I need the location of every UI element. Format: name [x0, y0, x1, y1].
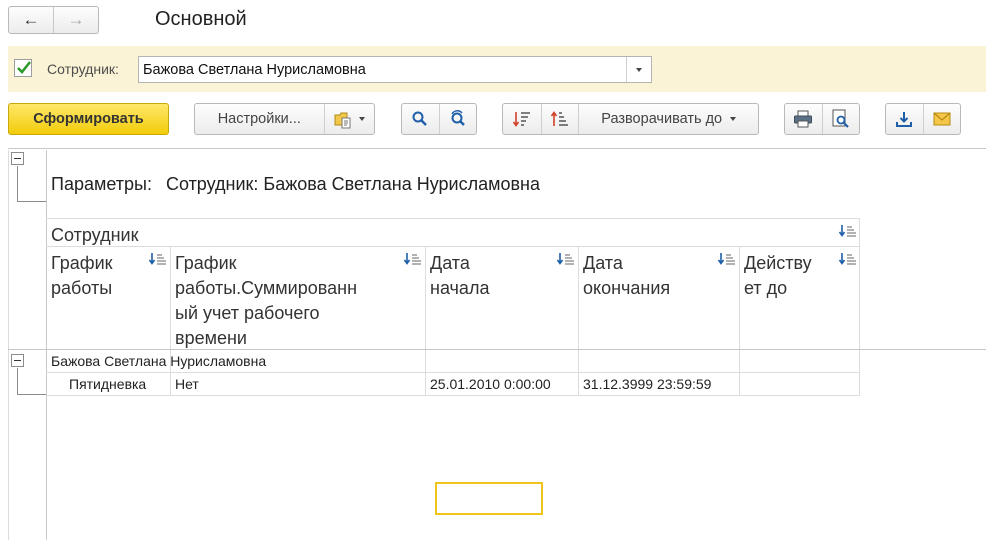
print-preview-button[interactable] — [821, 104, 859, 134]
group-row-employee[interactable]: Бажова Светлана Нурисламовна — [51, 353, 266, 369]
page-title: Основной — [155, 8, 247, 30]
collapse-group-toggle[interactable] — [11, 354, 24, 367]
collapse-params-toggle[interactable] — [11, 152, 24, 165]
employee-field[interactable]: Бажова Светлана Нурисламовна — [138, 56, 652, 83]
sort-descending-icon — [512, 112, 530, 127]
arrow-left-icon: ← — [22, 10, 40, 29]
header-bottom-border — [8, 349, 986, 350]
generate-button[interactable]: Сформировать — [8, 103, 169, 135]
sort-icon[interactable] — [556, 252, 576, 266]
search-icon — [412, 111, 428, 126]
print-icon — [794, 110, 813, 128]
email-icon — [933, 112, 951, 126]
header-line: времени — [175, 328, 247, 348]
chevron-down-icon — [359, 117, 366, 121]
dropdown-button[interactable] — [626, 57, 651, 82]
variants-icon — [334, 112, 351, 129]
chevron-down-icon — [730, 117, 737, 121]
row-grid-line — [46, 395, 860, 396]
row-grid-line — [46, 372, 860, 373]
cell-summarized[interactable]: Нет — [175, 376, 199, 392]
search-next-button[interactable] — [438, 104, 476, 134]
group-bracket — [17, 166, 46, 202]
header-line: График — [175, 253, 237, 273]
export-group — [885, 103, 961, 135]
header-grid-line — [46, 218, 860, 219]
header-line: работы.Суммированн — [175, 278, 358, 298]
header-grid-line — [859, 218, 860, 396]
header-line: начала — [430, 278, 490, 298]
settings-group: Настройки... — [194, 103, 375, 135]
column-header-end-date[interactable]: Дата окончания — [578, 248, 739, 301]
employee-filter-label: Сотрудник: — [47, 61, 119, 77]
cell-start-date[interactable]: 25.01.2010 0:00:00 — [430, 376, 551, 392]
group-header-employee[interactable]: Сотрудник — [46, 220, 859, 248]
nav-buttons: ← → — [8, 6, 99, 34]
column-header-summarized[interactable]: График работы.Суммированн ый учет рабоче… — [170, 248, 425, 351]
params-key: Параметры: — [51, 174, 152, 194]
email-button[interactable] — [922, 104, 960, 134]
header-line: Дата — [583, 253, 623, 273]
save-icon — [896, 112, 913, 127]
print-preview-icon — [832, 109, 849, 128]
expand-to-label: Разворачивать до — [601, 111, 723, 127]
sort-icon[interactable] — [717, 252, 737, 266]
search-next-icon — [451, 110, 465, 126]
forward-button[interactable]: → — [54, 7, 98, 33]
chevron-down-icon — [636, 67, 642, 72]
header-line: работы — [51, 278, 113, 298]
employee-field-value[interactable]: Бажова Светлана Нурисламовна — [139, 57, 626, 82]
report-parameters: Параметры: Сотрудник: Бажова Светлана Нур… — [51, 174, 540, 195]
print-button[interactable] — [785, 104, 822, 134]
print-group — [784, 103, 860, 135]
search-group — [401, 103, 477, 135]
sort-descending-button[interactable] — [503, 104, 541, 134]
report-gutter-line — [46, 150, 47, 540]
expand-to-button[interactable]: Разворачивать до — [578, 104, 758, 134]
save-button[interactable] — [886, 104, 923, 134]
sort-icon[interactable] — [838, 224, 858, 238]
report-left-border — [8, 150, 9, 540]
report-variants-button[interactable] — [323, 104, 374, 134]
sort-ascending-icon — [550, 111, 569, 126]
settings-button[interactable]: Настройки... — [195, 104, 324, 134]
checkmark-icon — [17, 61, 32, 74]
header-line: ый учет рабочего — [175, 303, 320, 323]
sort-icon[interactable] — [403, 252, 423, 266]
sort-group: Разворачивать до — [502, 103, 759, 135]
params-value: Сотрудник: Бажова Светлана Нурисламовна — [165, 174, 541, 194]
sort-icon[interactable] — [838, 252, 858, 266]
sort-ascending-button[interactable] — [540, 104, 579, 134]
search-button[interactable] — [402, 104, 439, 134]
cell-end-date[interactable]: 31.12.3999 23:59:59 — [583, 376, 711, 392]
header-line: окончания — [583, 278, 671, 298]
arrow-right-icon: → — [67, 10, 85, 29]
sort-icon[interactable] — [148, 252, 168, 266]
cell-schedule[interactable]: Пятидневка — [69, 376, 146, 392]
selected-cell[interactable] — [435, 482, 543, 515]
group-bracket — [17, 368, 46, 395]
report-top-border — [8, 148, 986, 149]
back-button[interactable]: ← — [9, 7, 54, 33]
header-line: ет до — [744, 278, 788, 298]
employee-filter-checkbox[interactable] — [14, 59, 32, 77]
